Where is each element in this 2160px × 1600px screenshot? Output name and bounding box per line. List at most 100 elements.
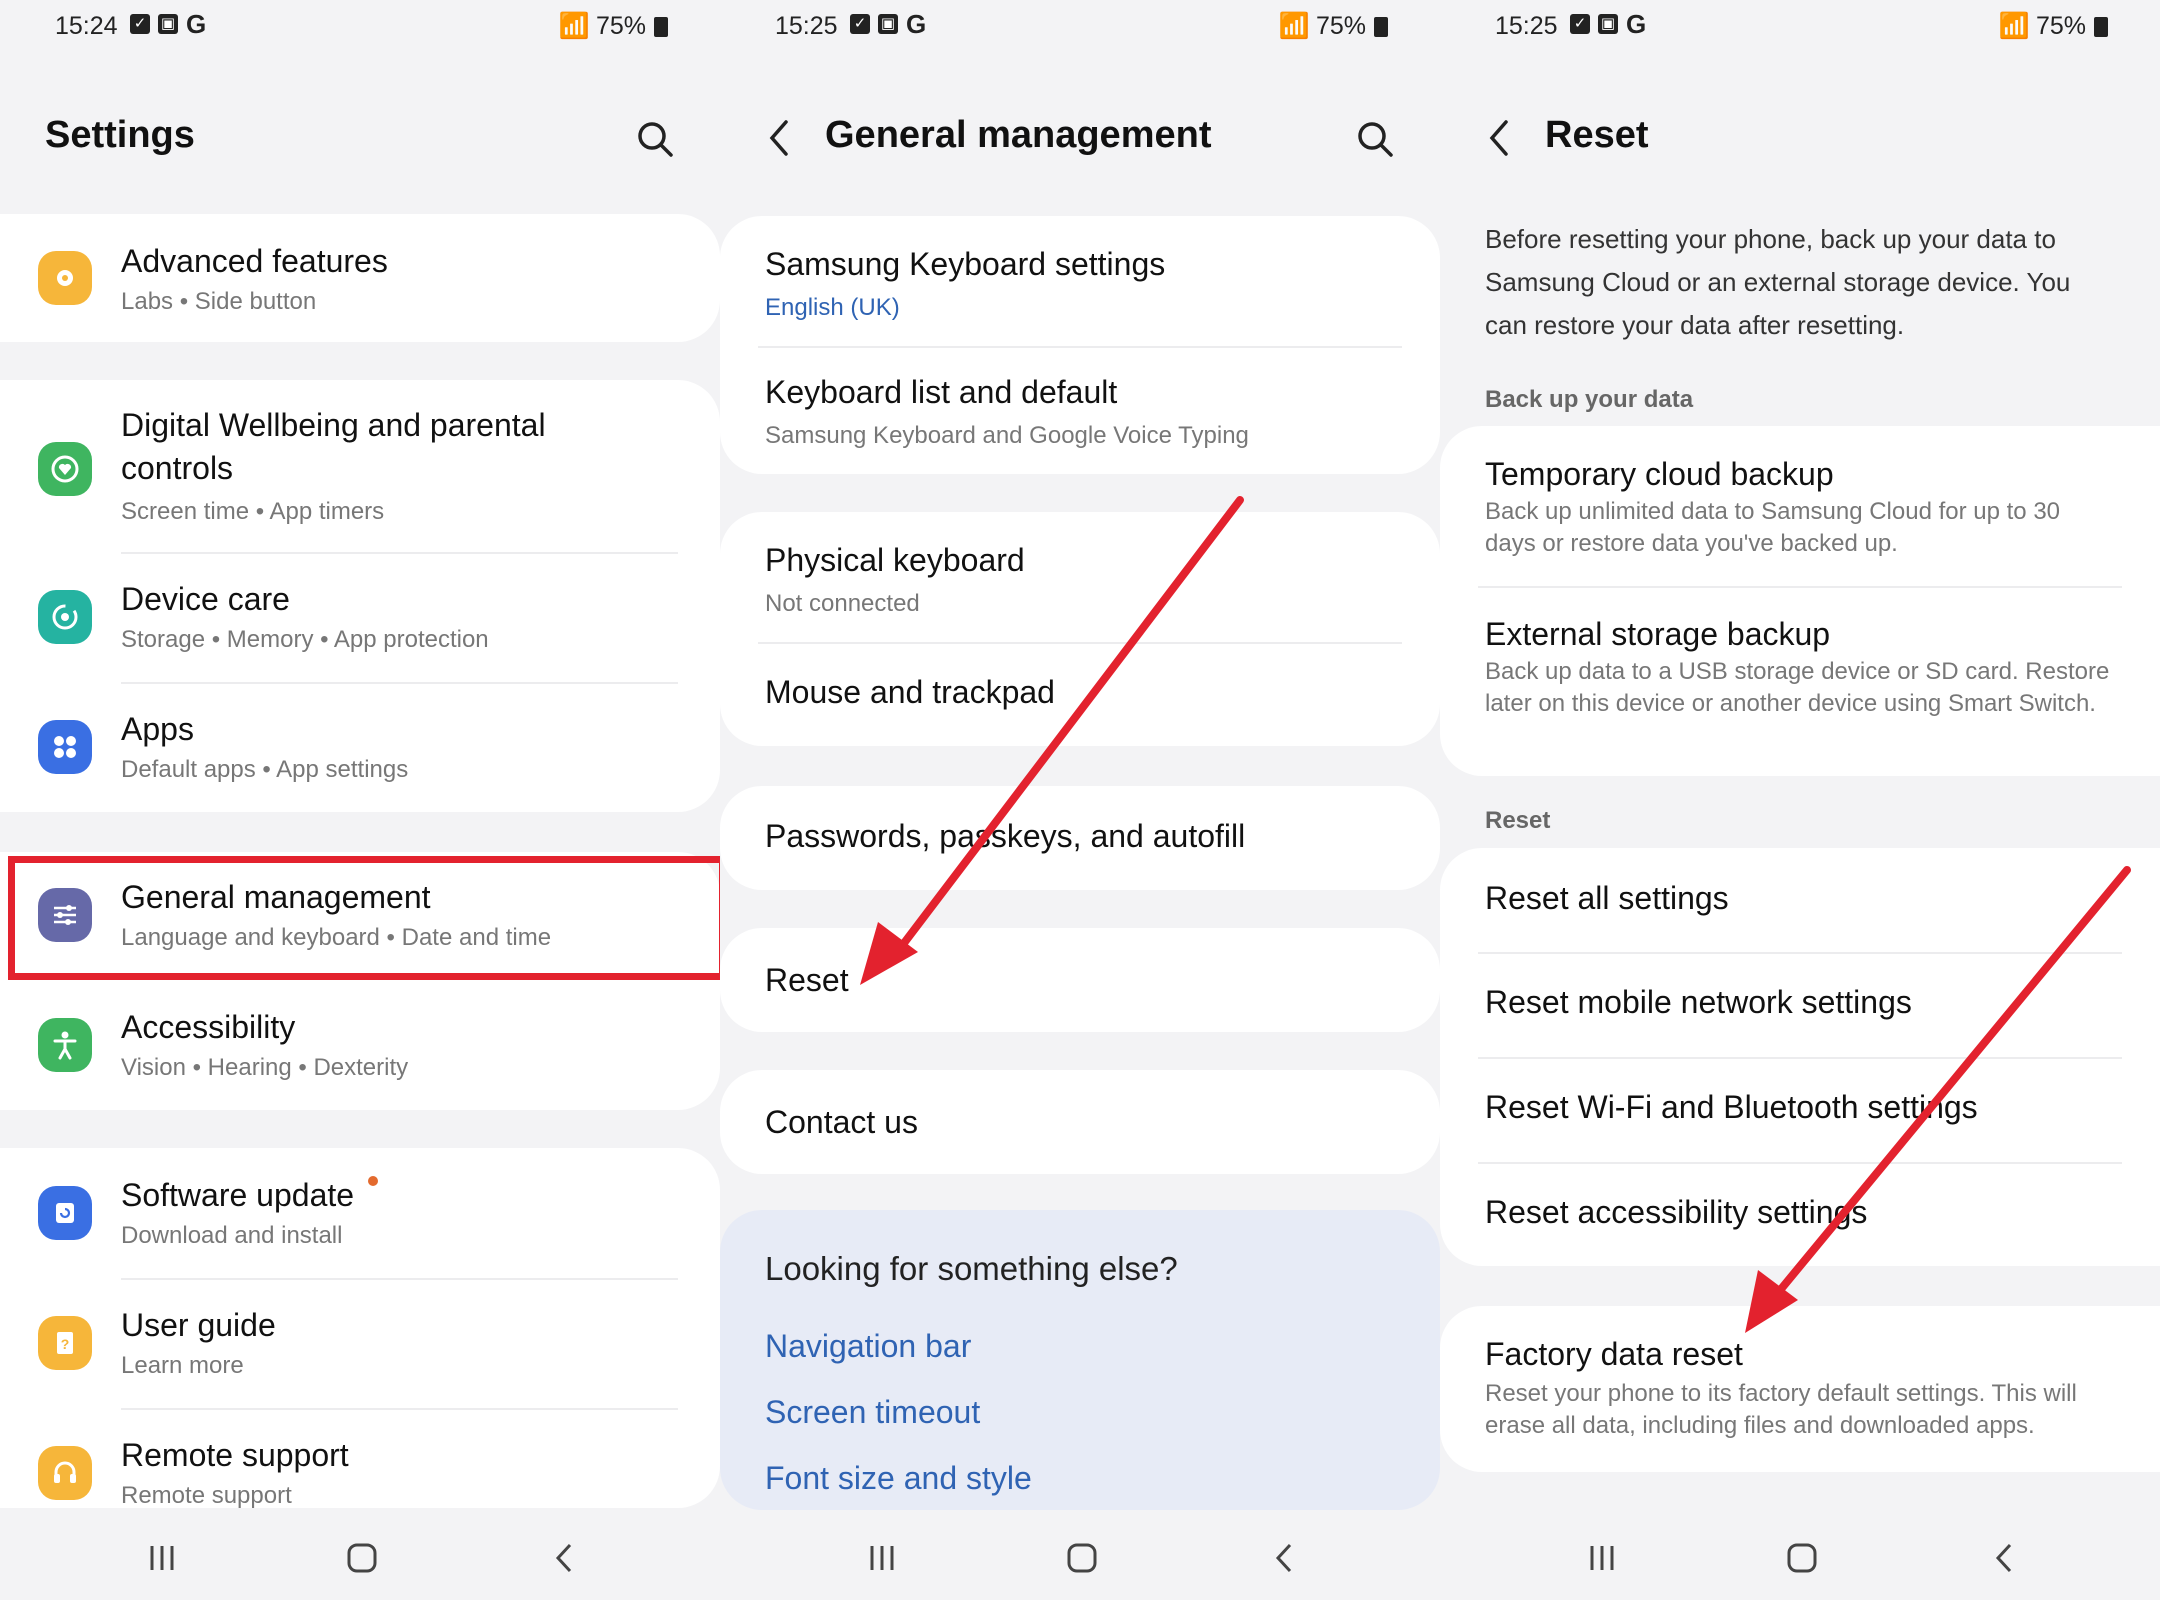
- reset-card[interactable]: Reset: [720, 928, 1440, 1032]
- reset-item: Reset: [765, 962, 849, 998]
- item-subtitle: Remote support: [121, 1482, 292, 1509]
- backup-section-label: Back up your data: [1485, 386, 1694, 413]
- item-subtitle: Default apps • App settings: [121, 756, 409, 783]
- battery-icon: [2094, 16, 2108, 37]
- reset-accessibility-item[interactable]: Reset accessibility settings: [1440, 1162, 2160, 1266]
- settings-item-device-care[interactable]: Device care Storage • Memory • App prote…: [0, 552, 720, 682]
- settings-card: Advanced features Labs • Side button: [0, 214, 720, 342]
- item-subtitle: Labs • Side button: [121, 288, 317, 315]
- recents-icon[interactable]: [1582, 1538, 1622, 1578]
- guide-icon: ?: [38, 1316, 92, 1370]
- back-arrow-icon[interactable]: [760, 116, 800, 160]
- item-title: User guide: [121, 1307, 276, 1343]
- update-icon: [38, 1186, 92, 1240]
- status-bar: 15:25 ✓ ▣ G 📶 75%: [1440, 8, 2160, 52]
- item-title: Temporary cloud backup: [1485, 456, 1834, 492]
- factory-reset-description: Reset your phone to its factory default …: [1485, 1380, 2077, 1439]
- item-title-line2: controls: [121, 450, 234, 486]
- item-title: Physical keyboard: [765, 542, 1025, 578]
- item-title: Software update: [121, 1177, 355, 1213]
- reset-wifi-bluetooth-item[interactable]: Reset Wi-Fi and Bluetooth settings: [1440, 1057, 2160, 1162]
- settings-item-remote-support[interactable]: Remote support Remote support: [0, 1408, 720, 1509]
- checkbox-notification-icon: ✓: [130, 14, 150, 34]
- settings-card: Software update Download and install ? U…: [0, 1148, 720, 1509]
- reset-section-label: Reset: [1485, 807, 1551, 834]
- settings-item-digital-wellbeing[interactable]: Digital Wellbeing and parental controls …: [0, 380, 720, 552]
- temporary-cloud-backup-item[interactable]: Temporary cloud backup Back up unlimited…: [1440, 426, 2160, 586]
- item-title: Reset Wi-Fi and Bluetooth settings: [1485, 1089, 1978, 1125]
- recents-icon[interactable]: [862, 1538, 902, 1578]
- back-arrow-icon[interactable]: [1480, 116, 1520, 160]
- settings-item-apps[interactable]: Apps Default apps • App settings: [0, 682, 720, 812]
- keyboard-card: Samsung Keyboard settings English (UK) K…: [720, 216, 1440, 474]
- recents-icon[interactable]: [142, 1538, 182, 1578]
- settings-header: Settings: [0, 108, 720, 168]
- item-title: Reset mobile network settings: [1485, 984, 1912, 1020]
- contact-card[interactable]: Contact us: [720, 1070, 1440, 1174]
- settings-item-advanced-features[interactable]: Advanced features Labs • Side button: [0, 214, 720, 342]
- google-notification-icon: G: [906, 9, 927, 39]
- battery-icon: [1374, 16, 1388, 37]
- back-nav-icon[interactable]: [545, 1538, 585, 1578]
- settings-card: Digital Wellbeing and parental controls …: [0, 380, 720, 812]
- page-title: General management: [825, 114, 1212, 156]
- keyboard-list-item[interactable]: Keyboard list and default Samsung Keyboa…: [720, 346, 1440, 474]
- battery-percent: 75%: [1315, 12, 1366, 40]
- item-title: Reset all settings: [1485, 880, 1729, 916]
- passwords-card[interactable]: Passwords, passkeys, and autofill: [720, 786, 1440, 890]
- battery-percent: 75%: [2035, 12, 2086, 40]
- device-care-icon: [38, 590, 92, 644]
- status-bar: 15:24 ✓ ▣ G 📶 75%: [0, 8, 720, 52]
- status-time: 15:24: [55, 12, 118, 40]
- home-icon[interactable]: [342, 1538, 382, 1578]
- page-title: Reset: [1545, 114, 1649, 156]
- search-icon[interactable]: [634, 118, 676, 160]
- input-devices-card: Physical keyboard Not connected Mouse an…: [720, 512, 1440, 746]
- factory-reset-title: Factory data reset: [1485, 1336, 1743, 1372]
- wifi-icon: 📶: [558, 12, 590, 40]
- battery-icon: [654, 16, 668, 37]
- item-subtitle: Not connected: [765, 590, 920, 617]
- status-bar: 15:25 ✓ ▣ G 📶 75%: [720, 8, 1440, 52]
- physical-keyboard-item[interactable]: Physical keyboard Not connected: [720, 512, 1440, 642]
- font-size-style-link[interactable]: Font size and style: [765, 1460, 1032, 1497]
- back-nav-icon[interactable]: [1985, 1538, 2025, 1578]
- item-subtitle: English (UK): [765, 294, 900, 321]
- highlight-box: [8, 856, 720, 980]
- item-subtitle: Back up unlimited data to Samsung Cloud …: [1485, 498, 2061, 557]
- back-nav-icon[interactable]: [1265, 1538, 1305, 1578]
- reset-all-settings-item[interactable]: Reset all settings: [1440, 848, 2160, 952]
- screen-timeout-link[interactable]: Screen timeout: [765, 1394, 980, 1431]
- settings-item-user-guide[interactable]: ? User guide Learn more: [0, 1278, 720, 1408]
- passwords-autofill-item: Passwords, passkeys, and autofill: [765, 818, 1246, 854]
- item-subtitle: Storage • Memory • App protection: [121, 626, 489, 653]
- item-subtitle: Learn more: [121, 1352, 244, 1379]
- reset-header: Reset: [1440, 108, 2160, 168]
- samsung-keyboard-settings-item[interactable]: Samsung Keyboard settings English (UK): [720, 216, 1440, 346]
- settings-screen: 15:24 ✓ ▣ G 📶 75% Settings Advanced feat…: [0, 0, 720, 1600]
- external-storage-backup-item[interactable]: External storage backup Back up data to …: [1440, 586, 2160, 776]
- item-title: Mouse and trackpad: [765, 674, 1055, 710]
- item-title: Reset accessibility settings: [1485, 1194, 1868, 1230]
- status-time: 15:25: [775, 12, 838, 40]
- puzzle-icon: [38, 251, 92, 305]
- svg-text:?: ?: [61, 1336, 70, 1352]
- search-icon[interactable]: [1354, 118, 1396, 160]
- update-badge-dot: [368, 1176, 378, 1186]
- reset-mobile-network-item[interactable]: Reset mobile network settings: [1440, 952, 2160, 1057]
- mouse-trackpad-item[interactable]: Mouse and trackpad: [720, 642, 1440, 746]
- home-icon[interactable]: [1782, 1538, 1822, 1578]
- item-title: Keyboard list and default: [765, 374, 1118, 410]
- reset-screen: 15:25 ✓ ▣ G 📶 75% Reset Before resetting…: [1440, 0, 2160, 1600]
- home-icon[interactable]: [1062, 1538, 1102, 1578]
- google-notification-icon: G: [1626, 9, 1647, 39]
- navigation-bar: [0, 1510, 720, 1600]
- settings-item-software-update[interactable]: Software update Download and install: [0, 1148, 720, 1278]
- google-notification-icon: G: [186, 9, 207, 39]
- backup-card: Temporary cloud backup Back up unlimited…: [1440, 426, 2160, 776]
- gallery-notification-icon: ▣: [1598, 14, 1618, 34]
- settings-item-accessibility[interactable]: Accessibility Vision • Hearing • Dexteri…: [0, 980, 720, 1110]
- navigation-bar-link[interactable]: Navigation bar: [765, 1328, 971, 1365]
- factory-reset-card[interactable]: Factory data reset Reset your phone to i…: [1440, 1306, 2160, 1472]
- item-title: Device care: [121, 581, 290, 617]
